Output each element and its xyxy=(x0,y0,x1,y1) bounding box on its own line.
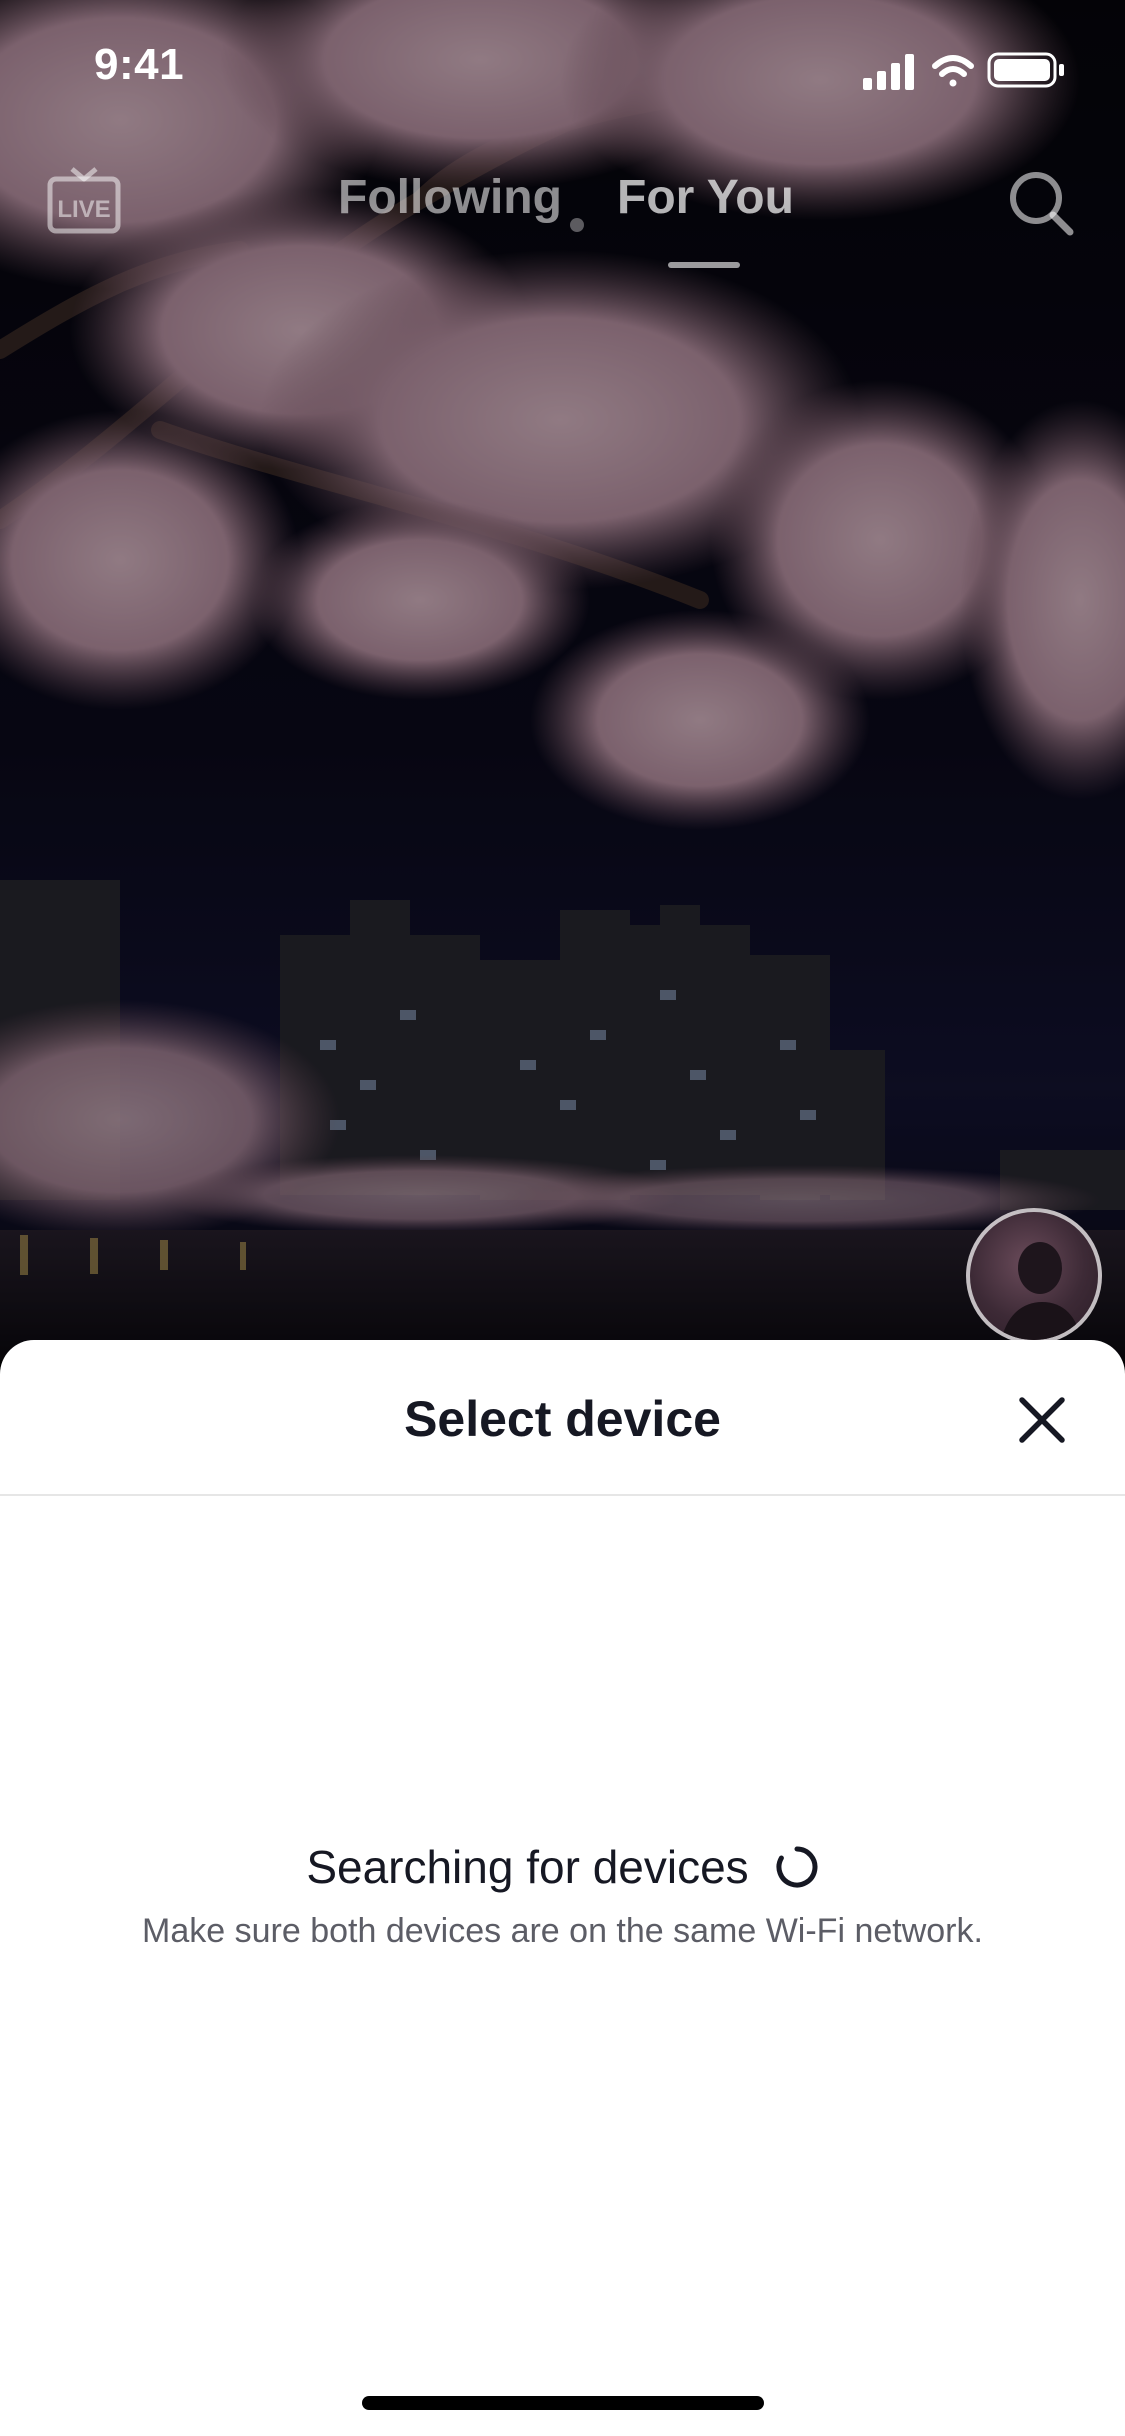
wifi-icon xyxy=(932,55,974,87)
live-icon-label: LIVE xyxy=(57,196,110,223)
tab-for-you[interactable]: For You xyxy=(617,170,794,225)
select-device-sheet: Select device Searching for devices Make… xyxy=(0,1340,1125,2436)
sheet-title: Select device xyxy=(404,1391,721,1447)
tab-notification-dot xyxy=(570,218,584,232)
tab-following[interactable]: Following xyxy=(338,170,562,225)
top-nav: LIVE Following For You xyxy=(0,150,1125,268)
wifi-hint-text: Make sure both devices are on the same W… xyxy=(142,1912,983,1950)
sheet-header: Select device xyxy=(0,1340,1125,1496)
battery-icon xyxy=(987,52,1064,88)
active-tab-indicator xyxy=(668,262,740,268)
home-indicator[interactable] xyxy=(362,2396,764,2410)
spinner-icon xyxy=(776,1846,818,1888)
searching-text: Searching for devices xyxy=(306,1841,749,1893)
creator-avatar[interactable] xyxy=(966,1208,1102,1344)
status-bar: 9:41 xyxy=(0,0,1125,140)
status-time: 9:41 xyxy=(94,40,185,89)
close-icon[interactable] xyxy=(1014,1392,1070,1448)
search-icon[interactable] xyxy=(1006,168,1076,238)
live-icon[interactable]: LIVE xyxy=(46,165,122,235)
device-search-status: Searching for devices Make sure both dev… xyxy=(0,1840,1125,1951)
signal-icon xyxy=(863,54,914,90)
status-icons xyxy=(863,52,1064,90)
